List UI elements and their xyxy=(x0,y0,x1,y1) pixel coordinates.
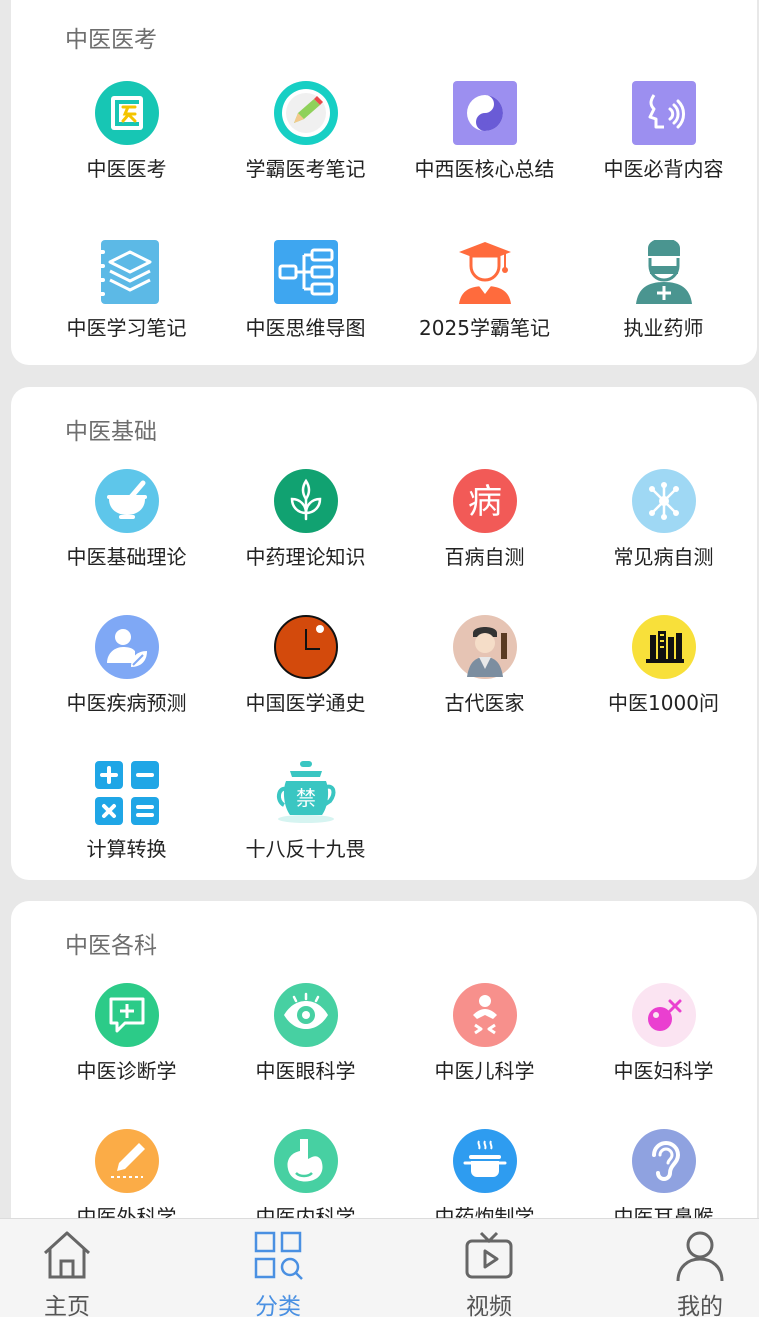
pencil-notes-icon xyxy=(274,81,338,145)
section-title: 中医医考 xyxy=(65,27,157,53)
stomach-icon xyxy=(274,1129,338,1193)
tab-mine[interactable]: 我的 xyxy=(630,1219,759,1317)
section-exam-card: 中医医考 中医医考 学霸医考笔记 中西医核心总结 中医必背内容 中医学习笔记 中… xyxy=(11,0,757,365)
tab-label: 分类 xyxy=(255,1294,301,1317)
tile-label: 中医基础理论 xyxy=(66,545,187,569)
tile-label: 2025学霸笔记 xyxy=(419,316,550,340)
ancient-doctor-icon xyxy=(453,615,517,679)
tile-label: 执业药师 xyxy=(623,316,704,340)
bottom-tab-bar: 主页 分类 视频 我的 xyxy=(0,1218,759,1317)
tile-label: 中医医考 xyxy=(86,157,167,181)
mortar-pestle-icon xyxy=(95,469,159,533)
tile-label: 中医必背内容 xyxy=(603,157,724,181)
tab-label: 主页 xyxy=(44,1294,90,1317)
tile-label: 中医学习笔记 xyxy=(66,316,187,340)
tile-label: 中医儿科学 xyxy=(434,1059,535,1083)
tile-label: 学霸医考笔记 xyxy=(245,157,366,181)
recite-voice-icon xyxy=(632,81,696,145)
tile-label: 中国医学通史 xyxy=(245,691,366,715)
tile-label: 中医思维导图 xyxy=(245,316,366,340)
tile-label: 中西医核心总结 xyxy=(414,157,555,181)
ear-icon xyxy=(632,1129,696,1193)
tile-label: 中药理论知识 xyxy=(245,545,366,569)
baby-icon xyxy=(453,983,517,1047)
herb-leaf-icon xyxy=(274,469,338,533)
tile-label: 中医妇科学 xyxy=(613,1059,714,1083)
tile-label: 中医1000问 xyxy=(608,691,719,715)
pharmacist-icon xyxy=(636,240,692,304)
category-grid-icon xyxy=(254,1231,303,1280)
molecule-icon xyxy=(632,469,696,533)
tab-home[interactable]: 主页 xyxy=(0,1219,137,1317)
surgery-pen-icon xyxy=(95,1129,159,1193)
mind-map-icon xyxy=(274,240,338,304)
forbidden-teapot-icon: 禁 xyxy=(277,761,336,823)
tile-label: 中医眼科学 xyxy=(255,1059,356,1083)
layers-notebook-icon xyxy=(95,240,159,304)
books-qa-icon xyxy=(632,615,696,679)
section-title: 中医基础 xyxy=(65,419,157,445)
tile-label: 十八反十九畏 xyxy=(245,837,366,861)
tab-video[interactable]: 视频 xyxy=(419,1219,559,1317)
disease-char-icon: 病 xyxy=(453,469,517,533)
section-basics-card: 中医基础 中医基础理论 中药理论知识 病 百病自测 常见病自测 中医疾病预测 中… xyxy=(11,387,757,880)
section-title: 中医各科 xyxy=(65,933,157,959)
tab-label: 我的 xyxy=(677,1294,723,1317)
tile-label: 中医疾病预测 xyxy=(66,691,187,715)
cooking-pot-icon xyxy=(453,1129,517,1193)
user-profile-icon xyxy=(676,1231,724,1281)
svg-text:禁: 禁 xyxy=(296,786,316,810)
graduate-icon xyxy=(459,242,511,304)
tile-label: 百病自测 xyxy=(444,545,525,569)
eye-icon xyxy=(274,983,338,1047)
calculator-icon xyxy=(95,761,159,825)
video-tv-icon xyxy=(465,1231,513,1279)
tile-label: 常见病自测 xyxy=(613,545,714,569)
tile-label: 中医诊断学 xyxy=(76,1059,177,1083)
female-symbol-icon xyxy=(632,983,696,1047)
diagnosis-chat-icon xyxy=(95,983,159,1047)
home-icon xyxy=(43,1231,91,1279)
person-leaf-icon xyxy=(95,615,159,679)
tab-category[interactable]: 分类 xyxy=(208,1219,348,1317)
tile-label: 计算转换 xyxy=(86,837,167,861)
tab-label: 视频 xyxy=(466,1294,512,1317)
clock-history-icon xyxy=(274,615,338,679)
tile-label: 古代医家 xyxy=(444,691,525,715)
svg-text:病: 病 xyxy=(468,482,502,522)
yin-yang-icon xyxy=(453,81,517,145)
yi-kao-icon xyxy=(95,81,159,145)
